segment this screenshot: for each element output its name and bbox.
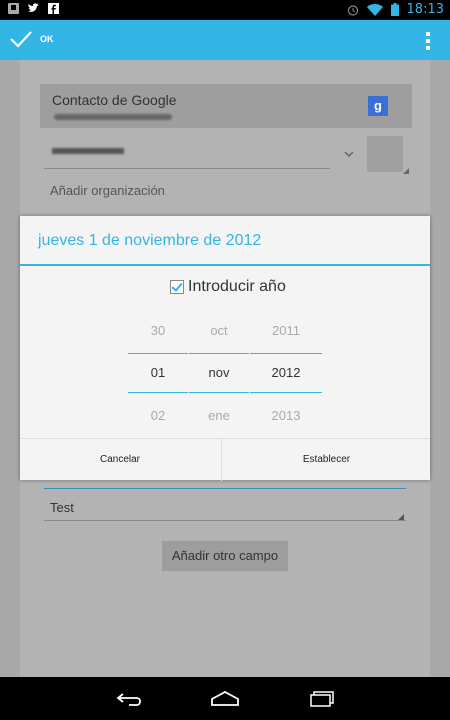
day-current[interactable]: 01 (128, 353, 188, 393)
clock: 18:13 (406, 2, 444, 17)
google-icon: g (368, 96, 388, 116)
add-organization-link[interactable]: Añadir organización (50, 183, 165, 198)
contact-photo[interactable] (367, 136, 409, 174)
notification-icon (8, 3, 19, 14)
custom-field-underline (44, 520, 406, 521)
status-bar: 18:13 (0, 0, 450, 20)
dialog-title-divider (20, 264, 430, 266)
twitter-icon (28, 3, 39, 12)
account-email-redacted (54, 114, 172, 120)
overflow-menu-icon[interactable] (426, 32, 430, 53)
month-picker[interactable]: oct nov ene (189, 308, 249, 438)
wifi-icon (366, 3, 383, 16)
dialog-title: jueves 1 de noviembre de 2012 (38, 232, 262, 249)
year-picker[interactable]: 2011 2012 2013 (250, 308, 322, 438)
month-next[interactable]: ene (189, 393, 249, 438)
name-field-underline (44, 168, 330, 169)
day-picker[interactable]: 30 01 02 (128, 308, 188, 438)
action-bar: OK (0, 20, 450, 60)
month-prev[interactable]: oct (189, 308, 249, 353)
ok-button[interactable]: OK (40, 34, 54, 44)
account-title: Contacto de Google (52, 92, 177, 108)
day-prev[interactable]: 30 (128, 308, 188, 353)
year-toggle[interactable]: Introducir año (170, 278, 286, 296)
navigation-bar (0, 677, 450, 720)
field-underline-active (44, 488, 406, 489)
check-icon[interactable] (10, 30, 32, 48)
facebook-icon (48, 3, 59, 14)
battery-icon (390, 3, 399, 16)
add-field-button[interactable]: Añadir otro campo (162, 541, 288, 571)
custom-field-value[interactable]: Test (50, 500, 74, 515)
alarm-icon (347, 4, 358, 16)
month-current[interactable]: nov (189, 353, 249, 393)
date-picker-dialog: jueves 1 de noviembre de 2012 Introducir… (20, 216, 430, 481)
year-toggle-label[interactable]: Introducir año (188, 278, 286, 296)
name-field-redacted[interactable] (52, 148, 124, 154)
back-icon[interactable] (117, 691, 143, 707)
set-button[interactable]: Establecer (221, 439, 431, 481)
recent-apps-icon[interactable] (310, 691, 334, 707)
year-checkbox[interactable] (170, 280, 184, 294)
cancel-button[interactable]: Cancelar (20, 439, 220, 481)
home-icon[interactable] (210, 691, 240, 707)
year-current[interactable]: 2012 (250, 353, 322, 393)
dropdown-corner-icon[interactable] (398, 514, 404, 520)
year-prev[interactable]: 2011 (250, 308, 322, 353)
dialog-button-bar: Cancelar Establecer (20, 438, 430, 481)
day-next[interactable]: 02 (128, 393, 188, 438)
chevron-down-icon[interactable] (344, 150, 354, 158)
year-next[interactable]: 2013 (250, 393, 322, 438)
